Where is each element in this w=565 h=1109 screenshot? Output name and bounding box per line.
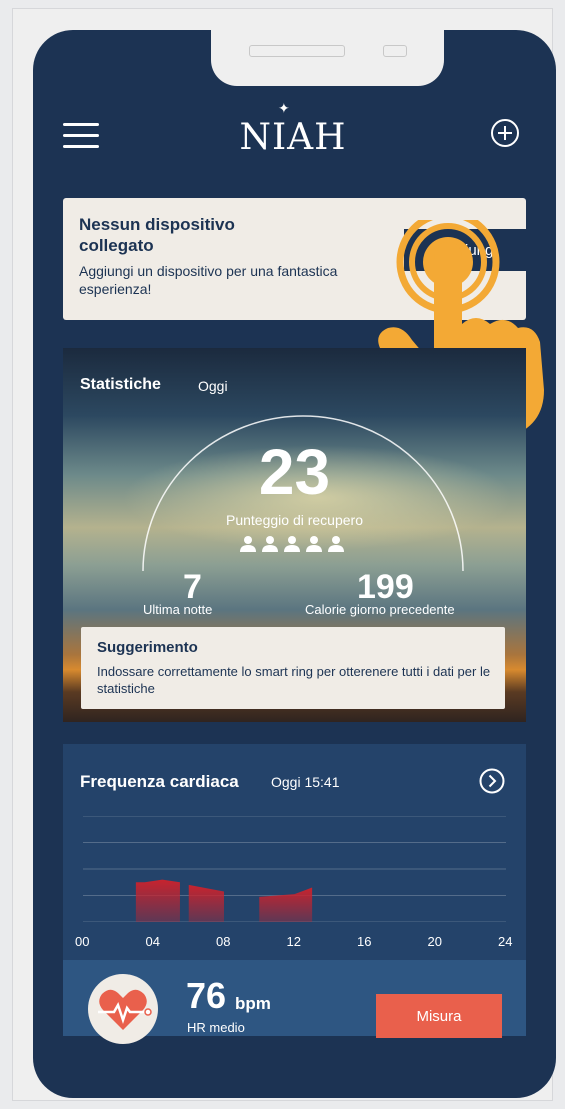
heart-pulse-icon [98,989,152,1030]
x-tick-label: 12 [286,934,301,949]
x-tick-label: 20 [427,934,442,949]
x-axis-ticks: 00 04 08 12 16 20 24 [63,934,526,950]
star-icon: ✦ [278,101,291,117]
x-tick-label: 24 [498,934,513,949]
x-tick-label: 04 [145,934,160,949]
heart-rate-area [259,887,313,922]
heart-badge [88,974,158,1044]
bpm-unit: bpm [235,994,271,1013]
calories-label: Calorie giorno precedente [305,602,455,617]
suggestion-text: Indossare correttamente lo smart ring pe… [97,664,491,696]
x-tick-label: 00 [75,934,90,949]
x-tick-label: 16 [357,934,372,949]
plus-circle-icon[interactable] [490,118,520,148]
stats-period: Oggi [198,378,228,394]
suggestion-box: Suggerimento Indossare correttamente lo … [81,627,505,709]
stats-title: Statistiche [80,376,161,393]
x-tick-label: 08 [216,934,231,949]
recovery-score-label: Punteggio di recupero [226,512,363,528]
heart-rate-title: Frequenza cardiaca [80,772,239,791]
bpm-label: HR medio [187,1020,245,1035]
device-subtitle: Aggiungi un dispositivo per una fantasti… [79,263,338,297]
stats-card[interactable]: Statistiche Oggi 23 Punteggio di recuper… [63,348,526,722]
hr-summary-bar: 76 bpm HR medio Misura [63,960,526,1044]
front-camera [383,45,407,57]
measure-button[interactable]: Misura [376,994,502,1038]
recovery-score: 23 [258,436,331,508]
phone-device: ✦ NIAH Nessun dispositivo collegato Aggi… [33,30,556,1098]
heart-rate-chart [83,816,506,922]
heart-rate-area [135,879,180,922]
chevron-right-circle-icon[interactable] [479,768,505,794]
phone-notch [211,30,444,86]
bpm-value: 76 [186,975,227,1016]
device-title: Nessun dispositivo collegato [79,215,235,255]
people-icon [240,536,344,552]
heart-rate-area [188,884,224,922]
last-night-label: Ultima notte [143,602,213,617]
heart-rate-period: Oggi 15:41 [271,774,340,790]
suggestion-title: Suggerimento [97,639,198,656]
logo-text: NIAH [239,117,347,158]
speaker-grille [249,45,345,57]
device-card: Nessun dispositivo collegato Aggiungi un… [63,198,531,320]
hamburger-menu-icon[interactable] [63,121,99,149]
add-device-button[interactable]: Aggiungi [404,229,531,271]
app-logo: ✦ NIAH [223,102,363,162]
heart-rate-card[interactable]: Frequenza cardiaca Oggi 15:41 00 04 08 12 16… [63,744,526,960]
